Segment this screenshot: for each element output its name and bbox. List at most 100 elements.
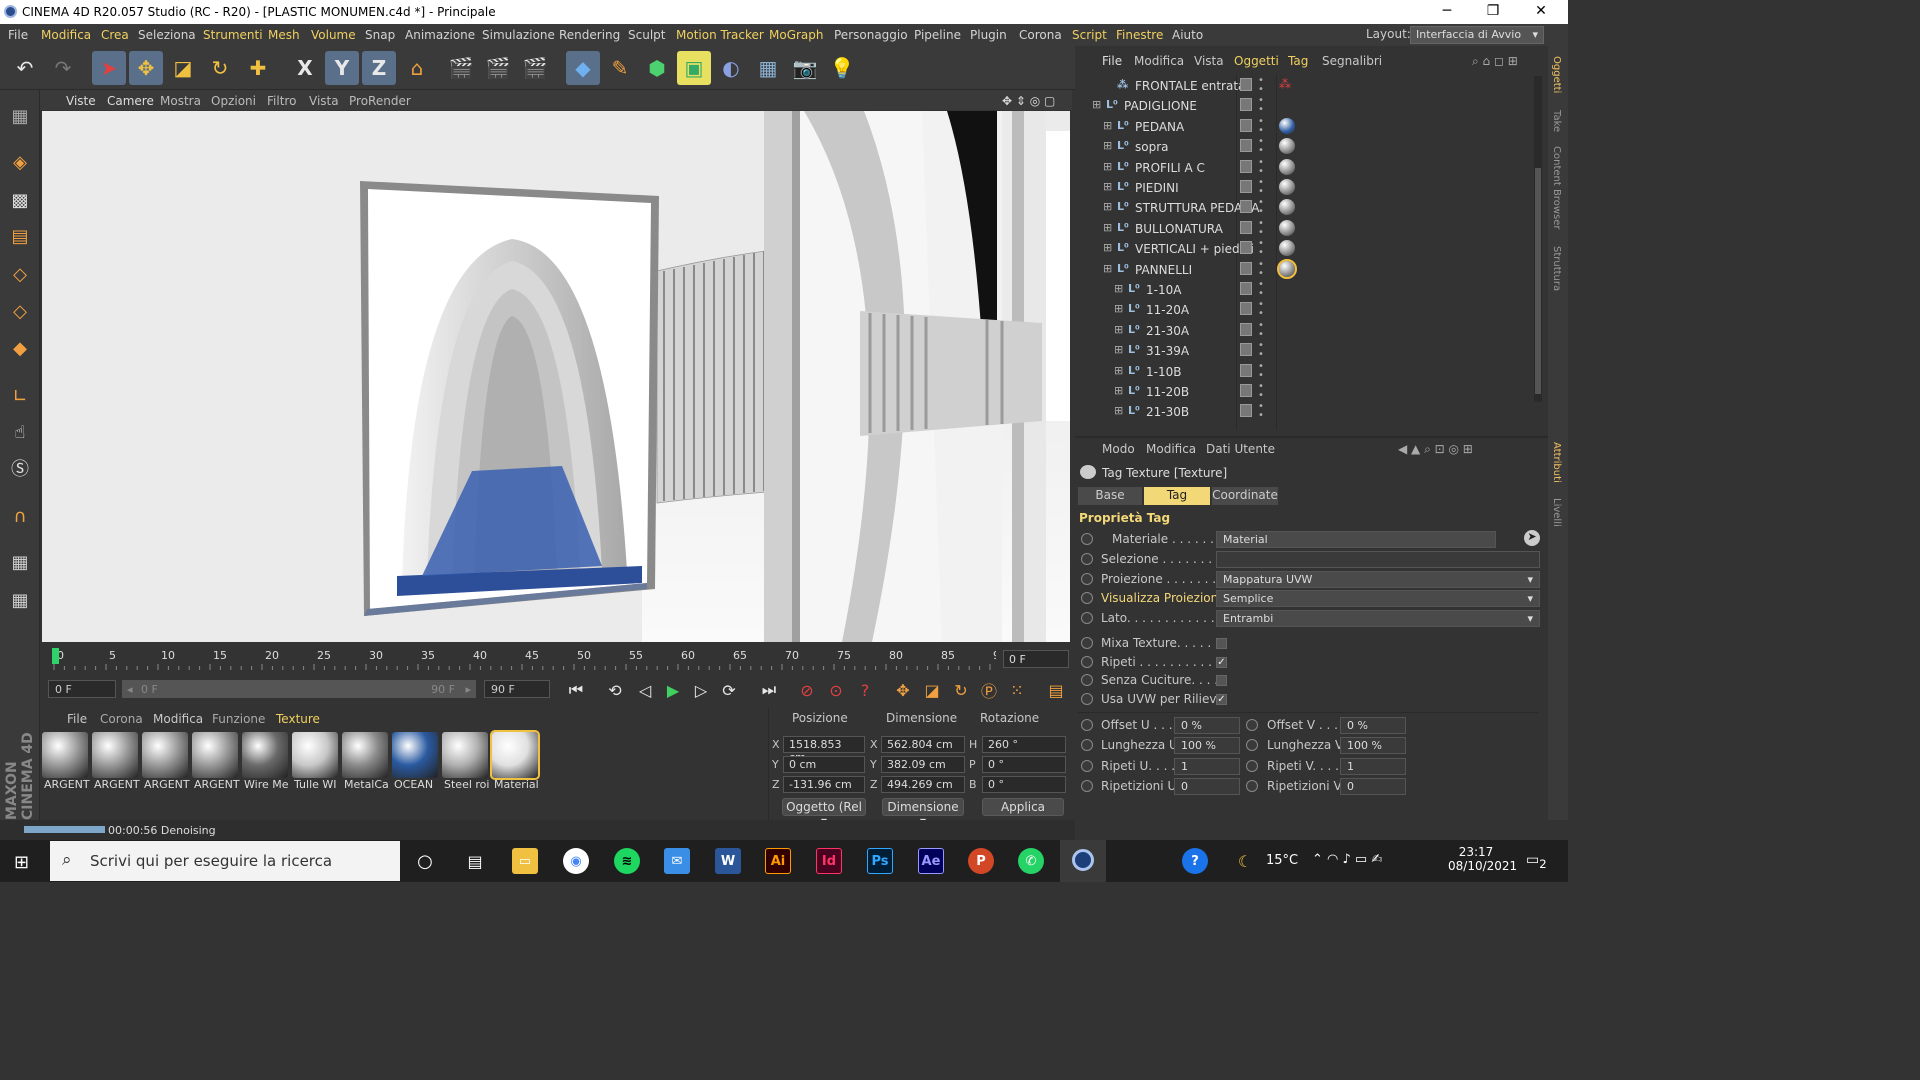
layer-visibility-icon[interactable] [1240, 159, 1252, 173]
obj-menu-segnalibri[interactable]: Segnalibri [1322, 54, 1382, 68]
rotation-field[interactable]: 0 ° [982, 776, 1066, 793]
property-checkbox[interactable] [1216, 638, 1227, 649]
object-row[interactable]: ⊞ L⁰ sopra • • [1078, 137, 1534, 157]
object-row[interactable]: ⊞ L⁰ PIEDINI • • [1078, 178, 1534, 198]
menu-animazione[interactable]: Animazione [405, 28, 475, 42]
maximize-button[interactable]: ❐ [1470, 3, 1516, 19]
menu-crea[interactable]: Crea [101, 28, 129, 42]
menu-mograph[interactable]: MoGraph [769, 28, 824, 42]
tab-base[interactable]: Base [1078, 487, 1142, 505]
object-row[interactable]: ⊞ L⁰ PROFILI A C • • [1078, 157, 1534, 178]
expand-toggle-icon[interactable]: ⊞ [1114, 384, 1123, 397]
layer-visibility-icon[interactable] [1240, 78, 1252, 91]
obj-menu-vista[interactable]: Vista [1194, 54, 1224, 68]
layer-visibility-icon[interactable] [1240, 363, 1252, 377]
animate-radio[interactable] [1081, 552, 1093, 565]
menu-pipeline[interactable]: Pipeline [914, 28, 961, 42]
transform-icon[interactable]: ✚ [241, 51, 275, 85]
camera-icon[interactable]: 📷 [788, 51, 822, 85]
next-key-icon[interactable]: ⟳ [716, 678, 742, 702]
go-to-end-icon[interactable]: ⏭ [756, 678, 782, 702]
object-row[interactable]: ⊞ L⁰ STRUTTURA PEDANA • • [1078, 198, 1534, 218]
object-row[interactable]: ⊞ L⁰ 11-20B • • [1078, 382, 1534, 402]
points-mode-icon[interactable]: ◇ [3, 258, 37, 290]
mat-menu-file[interactable]: File [67, 712, 87, 726]
layer-visibility-icon[interactable] [1240, 343, 1252, 357]
subdivision-icon[interactable]: ⬢ [640, 51, 674, 85]
texture-tag-icon[interactable] [1279, 199, 1295, 216]
material-swatch[interactable] [490, 730, 540, 780]
material-swatch[interactable] [92, 732, 138, 778]
expand-toggle-icon[interactable]: ⊞ [1114, 302, 1123, 315]
expand-toggle-icon[interactable]: ⊞ [1103, 200, 1112, 213]
cloner-icon[interactable]: ▣ [677, 51, 711, 85]
viewport-nav-icon[interactable]: ✥ ⇕ ◎ ▢ [1002, 94, 1055, 108]
adobe-app-icon[interactable]: Ps [867, 848, 893, 874]
undo-icon[interactable]: ↶ [8, 51, 42, 85]
property-checkbox[interactable] [1216, 675, 1227, 687]
size-field[interactable]: 494.269 cm [881, 776, 965, 793]
scale-icon[interactable]: ◪ [166, 51, 200, 85]
timeline[interactable]: 051015202530354045505560657075808590 [40, 644, 1072, 674]
numeric-field[interactable]: 1 [1174, 757, 1240, 775]
expand-toggle-icon[interactable]: ⊞ [1092, 98, 1101, 111]
property-checkbox[interactable]: ✓ [1216, 693, 1227, 705]
texture-tag-icon[interactable] [1279, 138, 1295, 155]
magnet-icon[interactable]: ∩ [3, 500, 37, 532]
layer-visibility-icon[interactable] [1240, 241, 1252, 255]
edit-mode-icon[interactable]: ▦ [3, 100, 37, 132]
mat-menu-texture[interactable]: Texture [276, 712, 320, 726]
tab-coordinate[interactable]: Coordinate [1212, 487, 1278, 505]
menu-script[interactable]: Script [1072, 28, 1107, 42]
visibility-dots-icon[interactable]: • • [1258, 116, 1264, 135]
attr-menu-dati-utente[interactable]: Dati Utente [1206, 442, 1275, 456]
menu-corona[interactable]: Corona [1019, 28, 1062, 42]
layer-visibility-icon[interactable] [1240, 302, 1252, 316]
material-swatch[interactable] [192, 732, 238, 778]
coord-size-select[interactable]: Dimensione ▾ [882, 798, 964, 828]
attr-menu-modo[interactable]: Modo [1102, 442, 1135, 456]
menu-volume[interactable]: Volume [311, 28, 356, 42]
attr-nav-icon[interactable]: ◀ ▲ ⌕ ⊡ ◎ ⊞ [1398, 442, 1473, 457]
expand-toggle-icon[interactable]: ⊞ [1114, 404, 1123, 417]
menu-seleziona[interactable]: Seleziona [138, 28, 196, 42]
next-frame-icon[interactable]: ▷ [688, 678, 714, 702]
apply-button[interactable]: Applica [982, 798, 1064, 816]
numeric-field[interactable]: 100 % [1340, 737, 1406, 755]
render-picture-viewer-icon[interactable]: 🎬 [481, 51, 515, 85]
object-row[interactable]: ⊞ L⁰ 21-30A • • [1078, 320, 1534, 341]
object-row[interactable]: ⊞ L⁰ PEDANA • • [1078, 116, 1534, 137]
vp-menu-mostra[interactable]: Mostra [160, 94, 201, 108]
texture-mode-icon[interactable]: ▩ [3, 184, 37, 216]
vp-menu-prorender[interactable]: ProRender [349, 94, 411, 108]
menu-simulazione[interactable]: Simulazione [482, 28, 555, 42]
task-view-icon[interactable]: ▤ [462, 848, 488, 874]
vp-menu-filtro[interactable]: Filtro [267, 94, 296, 108]
vp-menu-camere[interactable]: Camere [107, 94, 154, 108]
workplane-lock-icon[interactable]: ▦ [3, 584, 37, 616]
mat-menu-funzione[interactable]: Funzione [212, 712, 265, 726]
material-link-field[interactable]: Material [1216, 531, 1496, 548]
material-picker-icon[interactable]: ➤ [1524, 530, 1540, 546]
autokey-icon[interactable]: ⊙ [823, 678, 849, 702]
expand-toggle-icon[interactable]: ⊞ [1114, 343, 1123, 356]
object-row[interactable]: ⊞ L⁰ PANNELLI • • [1078, 258, 1534, 280]
expand-toggle-icon[interactable]: ⊞ [1103, 241, 1112, 254]
object-row[interactable]: ⊞ L⁰ 21-30B • • [1078, 402, 1534, 422]
vp-menu-viste[interactable]: Viste [66, 94, 96, 108]
visibility-dots-icon[interactable]: • • [1258, 382, 1264, 401]
layer-visibility-icon[interactable] [1240, 118, 1252, 132]
taskbar-search[interactable]: ⌕ Scrivi qui per eseguire la ricerca [50, 841, 400, 881]
side-tab-take[interactable]: Take [1551, 110, 1562, 132]
redo-icon[interactable]: ↷ [46, 51, 80, 85]
minimize-button[interactable]: ─ [1424, 3, 1470, 19]
axis-mode-icon[interactable]: ∟ [3, 380, 37, 412]
numeric-field[interactable]: 0 [1340, 778, 1406, 796]
end-frame-field[interactable]: 90 F [484, 680, 550, 698]
model-mode-icon[interactable]: ◈ [3, 146, 37, 178]
menu-personaggio[interactable]: Personaggio [834, 28, 908, 42]
animate-radio[interactable] [1081, 655, 1093, 668]
layer-visibility-icon[interactable] [1240, 261, 1252, 275]
z-axis-lock[interactable]: Z [362, 51, 396, 85]
object-row[interactable]: ⊞ L⁰ PADIGLIONE • • [1078, 96, 1534, 116]
